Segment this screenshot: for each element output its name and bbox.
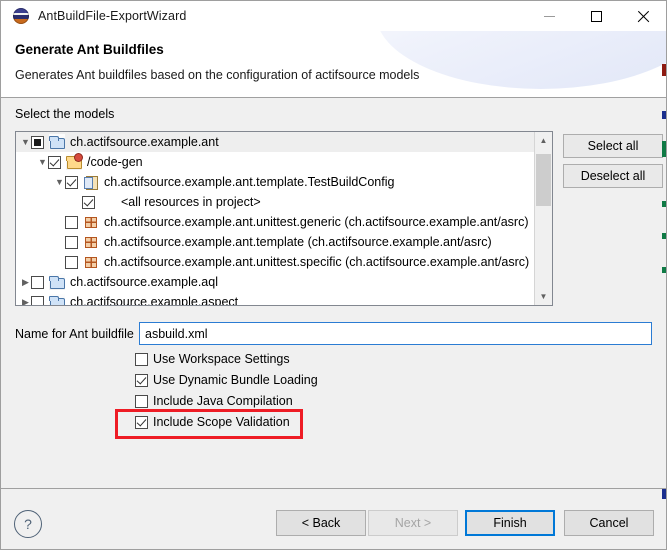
tree-spacer: ▶ — [54, 252, 65, 272]
scroll-up-icon[interactable]: ▲ — [535, 132, 552, 149]
maximize-icon — [591, 11, 602, 22]
help-button[interactable]: ? — [14, 510, 42, 538]
config-icon — [83, 174, 99, 190]
cancel-button[interactable]: Cancel — [564, 510, 654, 536]
option-use-dynamic-bundle-loading[interactable]: Use Dynamic Bundle Loading — [135, 371, 318, 389]
option-label: Use Workspace Settings — [153, 352, 290, 366]
option-checkbox[interactable] — [135, 416, 148, 429]
option-use-workspace-settings[interactable]: Use Workspace Settings — [135, 350, 290, 368]
background-artifact — [662, 141, 666, 157]
background-artifact — [662, 64, 666, 76]
page-subtitle: Generates Ant buildfiles based on the co… — [15, 68, 419, 82]
tree-row[interactable]: ▶ ch.actifsource.example.aql — [16, 272, 536, 292]
wizard-header: Generate Ant Buildfiles Generates Ant bu… — [1, 31, 666, 98]
background-artifact — [662, 111, 666, 119]
option-checkbox[interactable] — [135, 374, 148, 387]
package-icon — [83, 214, 99, 230]
package-icon — [83, 254, 99, 270]
tree-row-label: ch.actifsource.example.ant.template (ch.… — [104, 232, 492, 252]
close-button[interactable] — [620, 1, 666, 31]
option-label: Include Java Compilation — [153, 394, 293, 408]
chevron-right-icon[interactable]: ▶ — [20, 292, 31, 305]
maximize-button[interactable] — [573, 1, 619, 31]
chevron-down-icon[interactable]: ▼ — [37, 152, 48, 172]
folder-icon — [49, 134, 65, 150]
tree-row[interactable]: ▶ ch.actifsource.example.ant.unittest.gen… — [16, 212, 536, 232]
tree-row[interactable]: ▼ ch.actifsource.example.ant — [16, 132, 536, 152]
tree-spacer: ▶ — [54, 212, 65, 232]
tree-row[interactable]: ▼ /code-gen — [16, 152, 536, 172]
background-artifact — [662, 233, 666, 239]
tree-spacer: ▶ — [54, 232, 65, 252]
buildfile-name-input[interactable] — [139, 322, 652, 345]
tree-spacer: ▶ — [71, 192, 82, 212]
tree-icon-spacer — [100, 194, 116, 210]
background-artifact — [662, 267, 666, 273]
scrollbar-thumb[interactable] — [536, 154, 551, 206]
minimize-button[interactable] — [526, 1, 572, 31]
buildfile-name-label: Name for Ant buildfile — [15, 327, 134, 341]
tree-row[interactable]: ▶ <all resources in project> — [16, 192, 536, 212]
select-all-button[interactable]: Select all — [563, 134, 663, 158]
folder-icon — [49, 294, 65, 305]
model-tree[interactable]: ▼ch.actifsource.example.ant▼/code-gen▼ch… — [15, 131, 553, 306]
finish-button[interactable]: Finish — [465, 510, 555, 536]
tree-row-label: ch.actifsource.example.ant.template.Test… — [104, 172, 394, 192]
scroll-down-icon[interactable]: ▼ — [535, 288, 552, 305]
tree-row[interactable]: ▼ ch.actifsource.example.ant.template.Tes… — [16, 172, 536, 192]
back-button[interactable]: < Back — [276, 510, 366, 536]
tree-row[interactable]: ▶ ch.actifsource.example.aspect — [16, 292, 536, 305]
tree-checkbox[interactable] — [31, 296, 44, 306]
tree-checkbox[interactable] — [65, 236, 78, 249]
error-badge-icon — [74, 153, 83, 162]
tree-row-label: ch.actifsource.example.ant.unittest.gene… — [104, 212, 529, 232]
tree-checkbox[interactable] — [31, 136, 44, 149]
tree-checkbox[interactable] — [65, 176, 78, 189]
window-title: AntBuildFile-ExportWizard — [38, 9, 186, 23]
section-label: Select the models — [15, 107, 114, 121]
folder-error-icon — [66, 154, 82, 170]
option-checkbox[interactable] — [135, 395, 148, 408]
background-artifact — [662, 201, 666, 207]
tree-checkbox[interactable] — [31, 276, 44, 289]
tree-row-label: ch.actifsource.example.ant.unittest.spec… — [104, 252, 529, 272]
chevron-down-icon[interactable]: ▼ — [20, 132, 31, 152]
page-title: Generate Ant Buildfiles — [15, 42, 164, 57]
package-icon — [83, 234, 99, 250]
folder-icon — [49, 274, 65, 290]
option-label: Include Scope Validation — [153, 415, 290, 429]
tree-row-label: /code-gen — [87, 152, 143, 172]
tree-checkbox[interactable] — [65, 256, 78, 269]
header-decoration — [376, 31, 666, 89]
option-label: Use Dynamic Bundle Loading — [153, 373, 318, 387]
background-artifact — [662, 489, 666, 499]
tree-checkbox[interactable] — [65, 216, 78, 229]
minimize-icon — [544, 16, 555, 17]
eclipse-logo-icon — [13, 8, 29, 24]
tree-row-label: ch.actifsource.example.ant — [70, 132, 219, 152]
option-checkbox[interactable] — [135, 353, 148, 366]
option-include-java-compilation[interactable]: Include Java Compilation — [135, 392, 293, 410]
tree-row-label: ch.actifsource.example.aql — [70, 272, 218, 292]
close-icon — [637, 10, 650, 23]
tree-checkbox[interactable] — [48, 156, 61, 169]
tree-row-label: ch.actifsource.example.aspect — [70, 292, 238, 305]
next-button: Next > — [368, 510, 458, 536]
wizard-window: AntBuildFile-ExportWizard Generate Ant B… — [0, 0, 667, 550]
chevron-down-icon[interactable]: ▼ — [54, 172, 65, 192]
tree-checkbox[interactable] — [82, 196, 95, 209]
tree-row-label: <all resources in project> — [121, 192, 261, 212]
tree-row[interactable]: ▶ ch.actifsource.example.ant.unittest.spe… — [16, 252, 536, 272]
wizard-body: Select the models ▼ch.actifsource.exampl… — [1, 98, 666, 488]
chevron-right-icon[interactable]: ▶ — [20, 272, 31, 292]
option-include-scope-validation[interactable]: Include Scope Validation — [135, 413, 290, 431]
tree-row[interactable]: ▶ ch.actifsource.example.ant.template (ch… — [16, 232, 536, 252]
deselect-all-button[interactable]: Deselect all — [563, 164, 663, 188]
model-tree-rows: ▼ch.actifsource.example.ant▼/code-gen▼ch… — [16, 132, 536, 305]
tree-vertical-scrollbar[interactable]: ▲ ▼ — [534, 132, 552, 305]
